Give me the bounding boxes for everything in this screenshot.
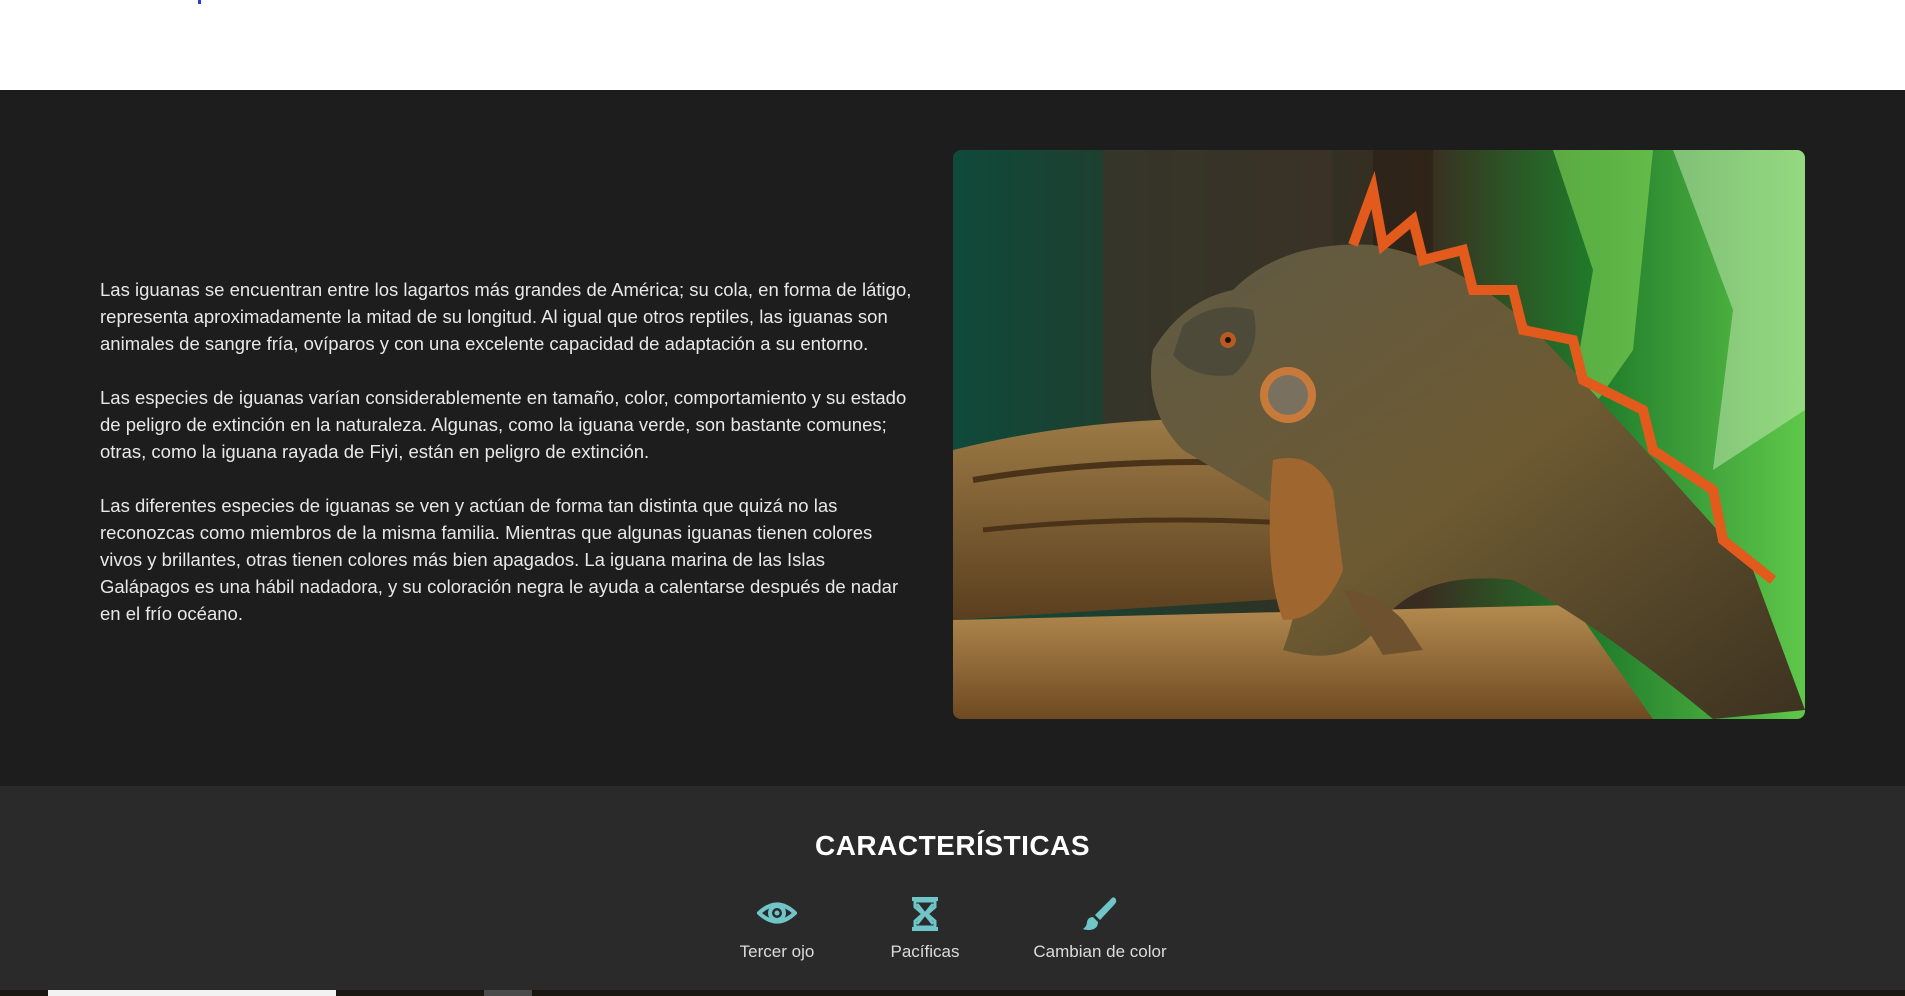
intro-paragraph-1: Las iguanas se encuentran entre los laga…: [100, 279, 912, 354]
paintbrush-icon: [1033, 896, 1167, 934]
feature-label: Cambian de color: [1033, 942, 1167, 961]
features-section: CARACTERÍSTICAS Tercer ojo Pacíficas Cam…: [0, 786, 1905, 996]
features-title: CARACTERÍSTICAS: [814, 830, 1091, 861]
top-page-area: [0, 0, 1905, 90]
eye-icon: [733, 896, 821, 934]
cursor-mark: [198, 0, 201, 4]
feature-label: Tercer ojo: [739, 942, 815, 961]
bottom-bar-tab[interactable]: [484, 990, 532, 996]
intro-text: Las iguanas se encuentran entre los laga…: [100, 276, 915, 654]
feature-peaceful: Pacíficas: [887, 896, 963, 962]
iguana-photo: [953, 150, 1805, 719]
feature-label: Pacíficas: [890, 942, 960, 961]
bottom-bar-element[interactable]: [48, 990, 336, 996]
intro-paragraph-2: Las especies de iguanas varían considera…: [100, 387, 907, 462]
intro-paragraph-3: Las diferentes especies de iguanas se ve…: [100, 495, 899, 624]
feature-color-change: Cambian de color: [1033, 896, 1167, 962]
hourglass-icon: [887, 896, 963, 934]
intro-section: Las iguanas se encuentran entre los laga…: [0, 90, 1905, 786]
feature-third-eye: Tercer ojo: [733, 896, 821, 962]
